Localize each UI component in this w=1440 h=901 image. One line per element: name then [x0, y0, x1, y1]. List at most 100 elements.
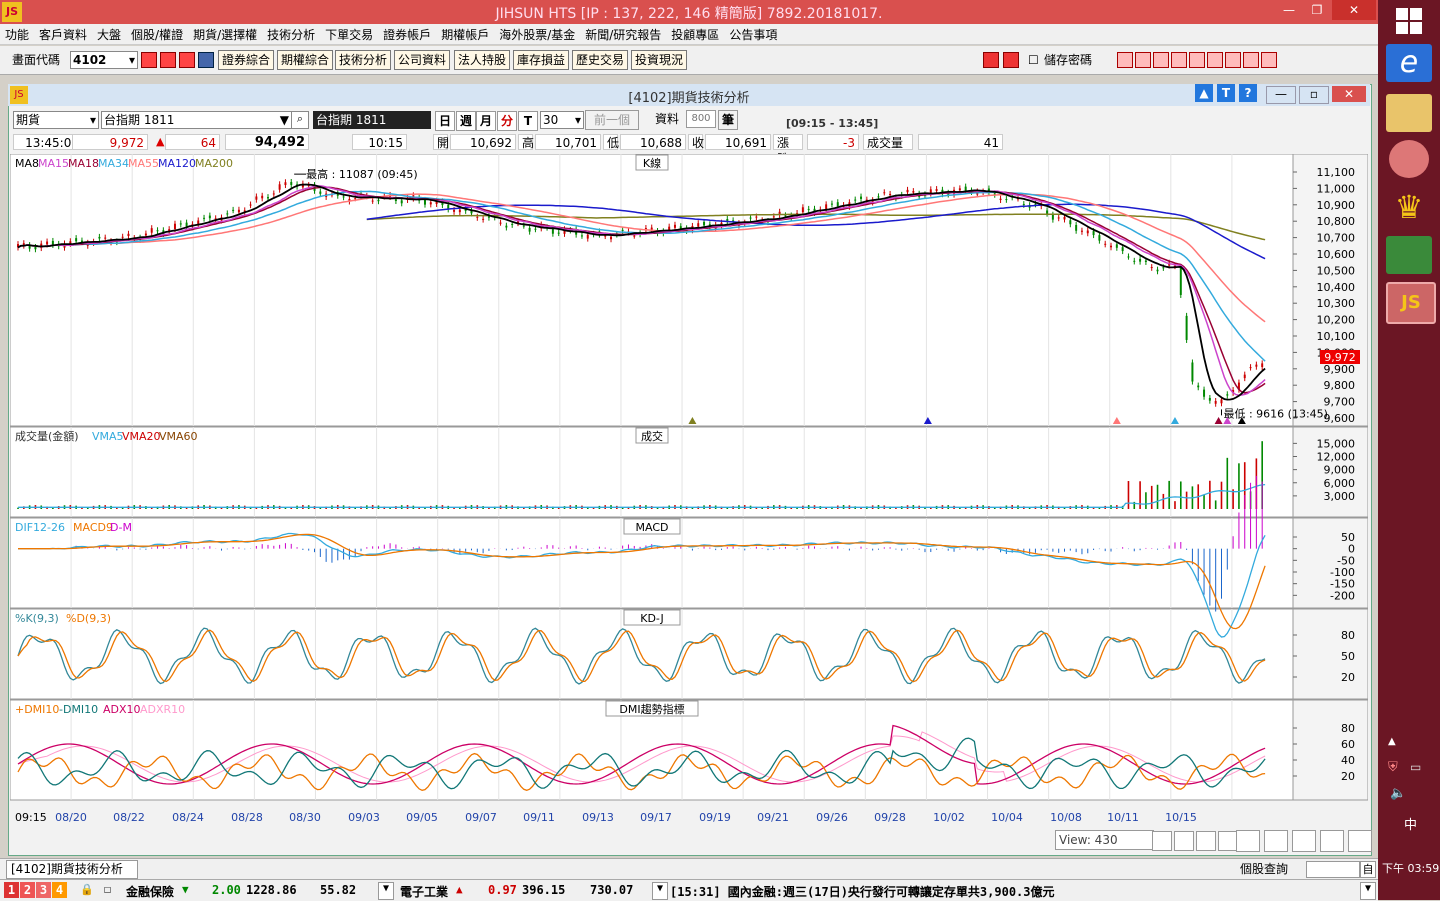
- pen-icon[interactable]: [1320, 830, 1344, 852]
- candle: [1133, 260, 1136, 262]
- file-explorer-icon[interactable]: [1386, 94, 1432, 132]
- dropdown-icon[interactable]: [198, 52, 214, 68]
- toolbar-button-4[interactable]: 法人持股: [454, 50, 511, 70]
- lock-icon[interactable]: 🔒: [80, 883, 94, 896]
- gear-icon[interactable]: [1348, 830, 1372, 852]
- save-password-checkbox[interactable]: ☐: [1028, 52, 1039, 68]
- toolbar-button-5[interactable]: 庫存損益: [513, 50, 570, 70]
- chart-area[interactable]: MA8MA15MA18MA34MA55MA120MA200 K線成交量(金額) VM…: [10, 154, 1368, 824]
- settings-icon[interactable]: [1225, 52, 1241, 68]
- jihsun-hts-icon[interactable]: JS: [1386, 282, 1436, 324]
- link-icon[interactable]: [1171, 52, 1187, 68]
- text-tool-icon[interactable]: [1189, 52, 1205, 68]
- menu-item-1[interactable]: 客戶資料: [34, 24, 92, 45]
- menu-item-5[interactable]: 技術分析: [262, 24, 320, 45]
- menu-item-9[interactable]: 海外股票/基金: [494, 24, 580, 45]
- ticker-dropdown-icon[interactable]: ▼: [1360, 882, 1376, 900]
- window-icon[interactable]: [160, 52, 176, 68]
- internet-explorer-icon[interactable]: e: [1386, 44, 1432, 82]
- volume-icon[interactable]: 🔈: [1390, 786, 1406, 801]
- save-icon[interactable]: [1153, 52, 1169, 68]
- code-input[interactable]: 4102 ▾: [70, 51, 138, 69]
- print-icon[interactable]: [179, 52, 195, 68]
- menu-item-2[interactable]: 大盤: [92, 24, 126, 45]
- inner-minimize-icon[interactable]: —: [1266, 86, 1296, 104]
- up-arrow-icon[interactable]: ▲: [1195, 84, 1213, 102]
- search-icon[interactable]: ⌕: [291, 111, 309, 129]
- type-select[interactable]: 期貨 ▾: [13, 111, 99, 129]
- period-button-4[interactable]: T: [518, 111, 538, 131]
- ticker-dropdown-icon[interactable]: ▼: [378, 882, 394, 900]
- ime-indicator[interactable]: 中: [1404, 814, 1417, 833]
- ticker-page-2[interactable]: 2: [20, 882, 35, 898]
- period-button-3[interactable]: 分: [497, 111, 517, 131]
- menu-item-8[interactable]: 期權帳戶: [436, 24, 494, 45]
- draw-icon[interactable]: [1207, 52, 1223, 68]
- menu-item-3[interactable]: 個股/權證: [126, 24, 188, 45]
- back-icon[interactable]: [983, 52, 999, 68]
- minimize-icon[interactable]: —: [1276, 0, 1302, 20]
- close-window-icon[interactable]: [1135, 52, 1151, 68]
- tab-4102[interactable]: [4102]期貨技術分析: [6, 860, 138, 879]
- menu-item-4[interactable]: 期貨/選擇權: [188, 24, 262, 45]
- network-icon[interactable]: ▭: [1410, 760, 1426, 776]
- menu-item-0[interactable]: 功能: [0, 24, 34, 45]
- ticker-page-1[interactable]: 1: [4, 882, 19, 898]
- printer-icon[interactable]: [1243, 52, 1259, 68]
- zoom-in-icon[interactable]: [1152, 831, 1172, 851]
- toolbar-button-1[interactable]: 期權綜合: [277, 50, 334, 70]
- search-icon[interactable]: [141, 52, 157, 68]
- text-icon[interactable]: T: [1217, 84, 1235, 102]
- menu-item-6[interactable]: 下單交易: [320, 24, 378, 45]
- contract-select[interactable]: 台指期 1811 ▼: [101, 111, 292, 129]
- indicator-icon[interactable]: [1236, 830, 1260, 852]
- inner-restore-icon[interactable]: ▫: [1299, 86, 1329, 104]
- restore-icon[interactable]: ❐: [1304, 0, 1330, 20]
- windows-start-icon[interactable]: [1396, 8, 1422, 34]
- prev-button[interactable]: 前一個: [585, 110, 639, 130]
- tray-expand-icon[interactable]: ▲: [1388, 736, 1396, 747]
- menu-item-11[interactable]: 投顧專區: [666, 24, 724, 45]
- toolbar-button-2[interactable]: 技術分析: [335, 50, 392, 70]
- stock-query-input[interactable]: [1306, 861, 1360, 878]
- forward-icon[interactable]: [1003, 52, 1019, 68]
- chevron-down-icon[interactable]: ▼: [280, 112, 289, 128]
- chevron-down-icon[interactable]: ▾: [129, 52, 135, 68]
- toolbar-button-7[interactable]: 投資現況: [631, 50, 688, 70]
- toolbar-button-0[interactable]: 證券綜合: [218, 50, 275, 70]
- chevron-down-icon[interactable]: ▾: [575, 112, 581, 128]
- export-icon[interactable]: [1261, 52, 1277, 68]
- chevron-down-icon[interactable]: ▾: [90, 112, 96, 128]
- menu-item-7[interactable]: 證券帳戶: [378, 24, 436, 45]
- notes-icon[interactable]: [1386, 236, 1432, 274]
- period-button-2[interactable]: 月: [476, 111, 496, 131]
- copy-icon[interactable]: [1264, 830, 1288, 852]
- edit-icon[interactable]: [1117, 52, 1133, 68]
- inner-close-icon[interactable]: ✕: [1332, 86, 1366, 102]
- data-unit-button[interactable]: 筆: [718, 110, 738, 130]
- paint-icon[interactable]: [1389, 140, 1429, 178]
- data-count-input[interactable]: 800: [686, 110, 716, 128]
- toolbar-button-6[interactable]: 歷史交易: [572, 50, 629, 70]
- toolbar-button-3[interactable]: 公司資料: [394, 50, 451, 70]
- ticker-checkbox[interactable]: ☐: [104, 882, 111, 896]
- stock-query-button[interactable]: 自: [1360, 861, 1376, 878]
- refresh-icon[interactable]: [1218, 831, 1238, 851]
- ticker-page-3[interactable]: 3: [36, 882, 51, 898]
- zoom-out-icon[interactable]: [1174, 831, 1194, 851]
- period-button-0[interactable]: 日: [435, 111, 455, 131]
- help-icon[interactable]: ?: [1239, 84, 1257, 102]
- menu-item-12[interactable]: 公告事項: [724, 24, 782, 45]
- table-icon[interactable]: [1292, 830, 1316, 852]
- clock[interactable]: 下午 03:59: [1382, 860, 1439, 876]
- close-icon[interactable]: ✕: [1332, 0, 1376, 20]
- ticker-dropdown-icon[interactable]: ▼: [652, 882, 668, 900]
- crown-icon[interactable]: ♛: [1386, 188, 1432, 226]
- period-button-1[interactable]: 週: [456, 111, 476, 131]
- panel-kline[interactable]: [10, 154, 1294, 427]
- interval-select[interactable]: 30 ▾: [540, 111, 584, 129]
- menu-item-10[interactable]: 新聞/研究報告: [580, 24, 666, 45]
- ticker-page-4[interactable]: 4: [52, 882, 67, 898]
- antivirus-icon[interactable]: ⛨: [1388, 760, 1404, 776]
- pan-icon[interactable]: [1196, 831, 1216, 851]
